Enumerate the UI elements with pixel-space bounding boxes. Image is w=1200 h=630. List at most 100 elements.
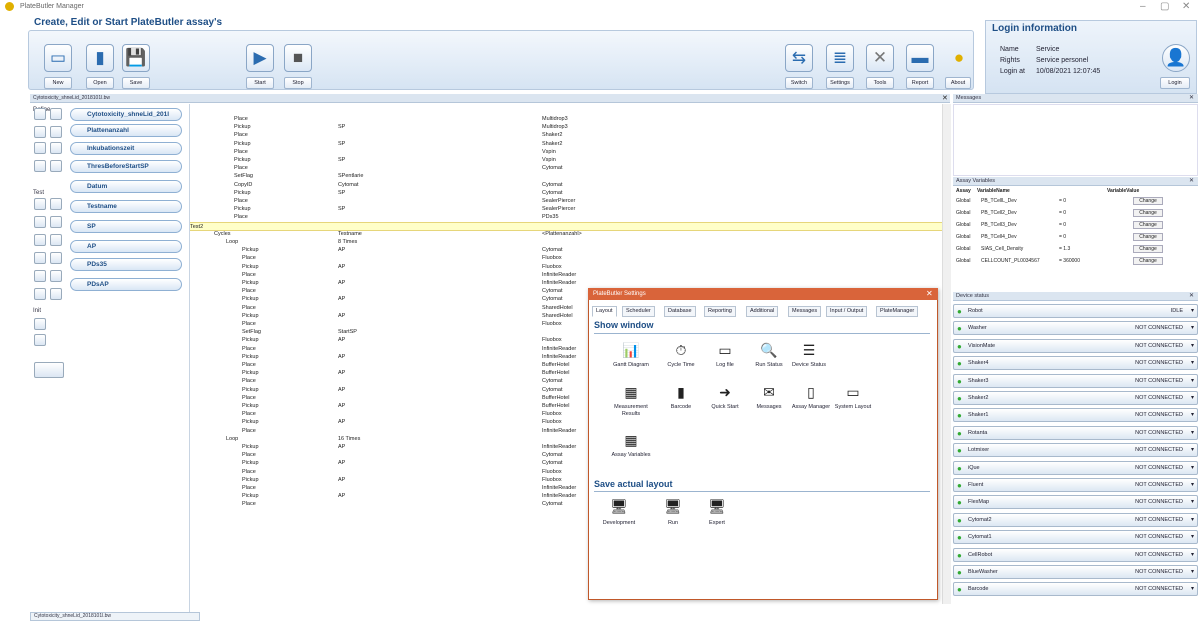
variable-pill[interactable]: Inkubationszeit <box>70 142 182 155</box>
start-icon[interactable]: ▶ <box>246 44 274 72</box>
chevron-down-icon[interactable]: ▾ <box>1191 392 1194 404</box>
chevron-down-icon[interactable]: ▾ <box>1191 305 1194 317</box>
tab-messages[interactable]: Messages <box>788 306 822 317</box>
palette-step-icon[interactable] <box>50 270 62 282</box>
tab-additional[interactable]: Additional <box>746 306 779 317</box>
palette-step-icon[interactable] <box>50 160 62 172</box>
close-icon[interactable]: ✕ <box>1182 1 1190 12</box>
open-button[interactable]: Open <box>86 77 114 89</box>
chevron-down-icon[interactable]: ▾ <box>1191 496 1194 508</box>
chevron-down-icon[interactable]: ▾ <box>1191 566 1194 578</box>
device-row[interactable]: ● BlueWasher NOT CONNECTED ▾ <box>953 565 1198 579</box>
variable-pill[interactable]: AP <box>70 240 182 253</box>
palette-step-icon[interactable] <box>34 318 46 330</box>
window-4-icon[interactable]: ☰ <box>798 340 820 360</box>
change-button[interactable]: Change <box>1133 257 1163 265</box>
new-icon[interactable]: ▭ <box>44 44 72 72</box>
minimize-icon[interactable]: – <box>1140 1 1146 12</box>
change-button[interactable]: Change <box>1133 233 1163 241</box>
device-row[interactable]: ● Barcode NOT CONNECTED ▾ <box>953 582 1198 597</box>
change-button[interactable]: Change <box>1133 209 1163 217</box>
palette-step-icon[interactable] <box>34 288 46 300</box>
window-5-icon[interactable]: ▦ <box>620 382 642 402</box>
device-row[interactable]: ● VisionMate NOT CONNECTED ▾ <box>953 338 1198 353</box>
tab-input-output[interactable]: Input / Output <box>826 306 868 317</box>
login-button[interactable]: Login <box>1160 77 1190 89</box>
stop-button[interactable]: Stop <box>284 77 312 89</box>
layout-2-icon[interactable]: 🖥 <box>706 496 728 516</box>
variable-pill[interactable]: PDs35 <box>70 258 182 271</box>
chevron-down-icon[interactable]: ▾ <box>1191 322 1194 334</box>
layout-item-label[interactable]: Development <box>594 520 644 527</box>
device-row[interactable]: ● Shaker3 NOT CONNECTED ▾ <box>953 373 1198 388</box>
switch-icon[interactable]: ⇆ <box>785 44 813 72</box>
window-6-icon[interactable]: ▮ <box>670 382 692 402</box>
chevron-down-icon[interactable]: ▾ <box>1191 479 1194 491</box>
report-button[interactable]: Report <box>906 77 934 89</box>
window-0-icon[interactable]: 📊 <box>620 340 642 360</box>
device-row[interactable]: ● Shaker2 NOT CONNECTED ▾ <box>953 391 1198 405</box>
switch-button[interactable]: Switch <box>785 77 813 89</box>
palette-init-icon[interactable] <box>34 362 64 378</box>
chevron-down-icon[interactable]: ▾ <box>1191 409 1194 421</box>
palette-step-icon[interactable] <box>34 334 46 346</box>
palette-step-icon[interactable] <box>34 142 46 154</box>
about-icon[interactable]: ● <box>945 44 973 72</box>
open-icon[interactable]: ▮ <box>86 44 114 72</box>
tab-scheduler[interactable]: Scheduler <box>622 306 655 317</box>
variable-pill[interactable]: ThresBeforeStartSP <box>70 160 182 173</box>
start-button[interactable]: Start <box>246 77 274 89</box>
palette-step-icon[interactable] <box>34 160 46 172</box>
palette-step-icon[interactable] <box>50 142 62 154</box>
variable-pill[interactable]: SP <box>70 220 182 233</box>
window-item-label[interactable]: System Layout <box>828 404 878 411</box>
tab-database[interactable]: Database <box>664 306 696 317</box>
device-row[interactable]: ● Cytomat2 NOT CONNECTED ▾ <box>953 512 1198 527</box>
change-button[interactable]: Change <box>1133 245 1163 253</box>
palette-step-icon[interactable] <box>34 108 46 120</box>
vertical-scrollbar[interactable] <box>942 104 951 604</box>
device-row[interactable]: ● Shaker1 NOT CONNECTED ▾ <box>953 408 1198 423</box>
palette-step-icon[interactable] <box>50 288 62 300</box>
window-item-label[interactable]: Cycle Time <box>656 362 706 369</box>
variable-pill[interactable]: PDsAP <box>70 278 182 291</box>
palette-step-icon[interactable] <box>50 198 62 210</box>
device-row[interactable]: ● Cytomat1 NOT CONNECTED ▾ <box>953 530 1198 545</box>
chevron-down-icon[interactable]: ▾ <box>1191 375 1194 387</box>
window-item-label[interactable]: Measurement Results <box>606 404 656 418</box>
palette-step-icon[interactable] <box>50 108 62 120</box>
bottom-document-tab[interactable]: Cytotoxicity_shneLid_2018101l.bw <box>30 612 200 621</box>
palette-step-icon[interactable] <box>34 252 46 264</box>
layout-item-label[interactable]: Expert <box>692 520 742 527</box>
document-tab[interactable]: Cytotoxicity_shneLid_2018101l.bw <box>33 95 110 101</box>
tools-button[interactable]: Tools <box>866 77 894 89</box>
window-item-label[interactable]: Barcode <box>656 404 706 411</box>
device-row[interactable]: ● FlexMap NOT CONNECTED ▾ <box>953 495 1198 510</box>
window-item-label[interactable]: Log file <box>700 362 750 369</box>
palette-step-icon[interactable] <box>34 234 46 246</box>
layout-0-icon[interactable]: 🖥 <box>608 496 630 516</box>
about-button[interactable]: About <box>945 77 971 89</box>
window-11-icon[interactable]: ▦ <box>620 430 642 450</box>
window-item-label[interactable]: Assay Variables <box>606 452 656 459</box>
device-row[interactable]: ● iQue NOT CONNECTED ▾ <box>953 460 1198 475</box>
pane-close-icon[interactable]: ✕ <box>1189 292 1194 301</box>
settings-button[interactable]: Settings <box>826 77 854 89</box>
palette-step-icon[interactable] <box>50 252 62 264</box>
document-close-icon[interactable]: ✕ <box>942 94 948 102</box>
chevron-down-icon[interactable]: ▾ <box>1191 462 1194 474</box>
maximize-icon[interactable]: ▢ <box>1160 1 1169 12</box>
pane-close-icon[interactable]: ✕ <box>1189 177 1194 186</box>
layout-1-icon[interactable]: 🖥 <box>662 496 684 516</box>
change-button[interactable]: Change <box>1133 221 1163 229</box>
variable-pill[interactable]: Plattenanzahl <box>70 124 182 137</box>
device-row[interactable]: ● Robot IDLE ▾ <box>953 304 1198 318</box>
window-10-icon[interactable]: ▭ <box>842 382 864 402</box>
device-row[interactable]: ● Shaker4 NOT CONNECTED ▾ <box>953 356 1198 371</box>
variable-pill[interactable]: Testname <box>70 200 182 213</box>
chevron-down-icon[interactable]: ▾ <box>1191 340 1194 352</box>
window-item-label[interactable]: Gantt Diagram <box>606 362 656 369</box>
window-1-icon[interactable]: ⏱ <box>670 340 692 360</box>
tab-reporting[interactable]: Reporting <box>704 306 736 317</box>
chevron-down-icon[interactable]: ▾ <box>1191 357 1194 369</box>
